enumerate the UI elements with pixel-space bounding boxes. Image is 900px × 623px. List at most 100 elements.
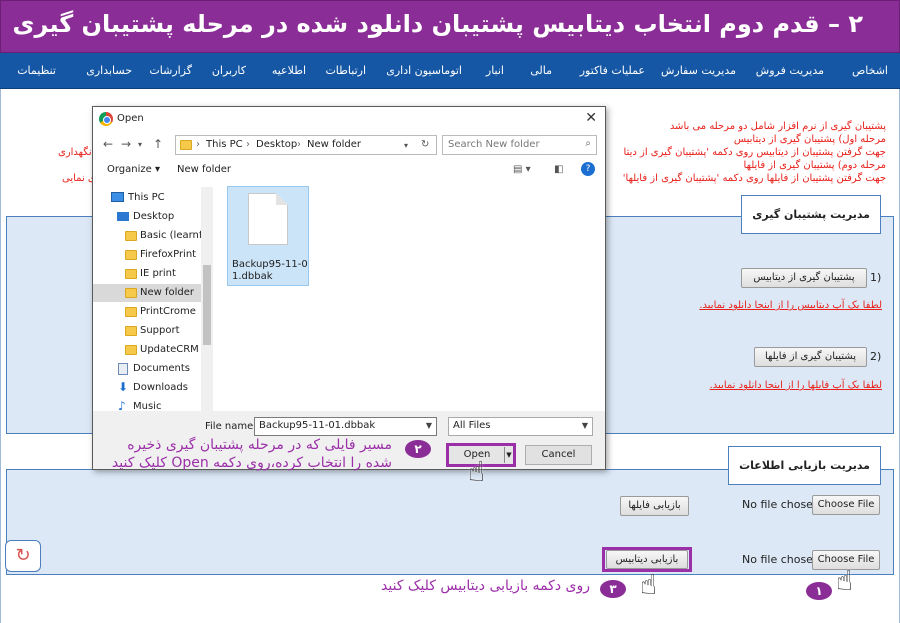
- breadcrumb-new-folder[interactable]: New folder: [307, 139, 361, 150]
- tree-item-folder[interactable]: Basic (learnfiles: [93, 227, 213, 245]
- search-input[interactable]: Search New folder ⌕: [442, 135, 597, 155]
- tree-item-folder[interactable]: UpdateCRM: [93, 341, 201, 359]
- tutorial-banner: ۲ – قدم دوم انتخاب دیتابیس پشتیبان دانلو…: [0, 0, 900, 53]
- navigation-tree: This PC Desktop Basic (learnfiles Firefo…: [93, 183, 213, 411]
- nav-item-settings[interactable]: تنظیمات: [17, 64, 56, 77]
- step-number: 1): [870, 271, 882, 284]
- restore-panel-title: مدیریت بازیابی اطلاعات: [728, 446, 881, 485]
- up-icon[interactable]: ↑: [153, 137, 163, 151]
- nav-item-office-automation[interactable]: اتوماسیون اداری: [386, 64, 462, 77]
- tree-item-folder[interactable]: FirefoxPrint: [93, 246, 201, 264]
- organize-menu[interactable]: Organize ▾: [107, 164, 160, 175]
- download-files-link[interactable]: لطفا یک آپ فایلها را از اینجا دانلود نما…: [710, 380, 882, 391]
- tree-item-label: Support: [140, 325, 180, 336]
- file-name-input[interactable]: Backup95-11-01.dbbak ▼: [254, 417, 437, 436]
- file-list: Backup95-11-01.dbbak: [218, 183, 603, 411]
- download-database-link[interactable]: لطفا یک آپ دیتابیس را از اینجا دانلود نم…: [699, 300, 882, 311]
- tree-scrollbar-thumb[interactable]: [203, 265, 211, 345]
- breadcrumb-this-pc[interactable]: This PC: [206, 139, 243, 150]
- backup-database-button[interactable]: پشتیبان گیری از دیتابیس: [741, 268, 867, 288]
- nav-item-warehouse[interactable]: انبار: [486, 64, 504, 77]
- folder-icon: [180, 140, 192, 150]
- address-row: ← → ▾ ↑ › This PC › Desktop › New folder…: [93, 133, 605, 157]
- documents-icon: [118, 363, 128, 375]
- nav-item-people[interactable]: اشخاص: [852, 64, 888, 77]
- nav-item-sales[interactable]: مدیریت فروش: [756, 64, 824, 77]
- refresh-icon[interactable]: ↻: [5, 540, 41, 572]
- cancel-button[interactable]: Cancel: [525, 445, 592, 465]
- open-split-dropdown-icon[interactable]: ▼: [504, 447, 513, 463]
- no-file-text: No file chosen: [742, 553, 820, 566]
- tree-item-music[interactable]: ♪ Music: [93, 398, 201, 411]
- tree-item-documents[interactable]: Documents: [93, 360, 201, 378]
- breadcrumb-separator-icon: ›: [196, 139, 200, 150]
- tree-item-folder[interactable]: IE print: [93, 265, 201, 283]
- chevron-down-icon: ▼: [581, 421, 588, 430]
- step1-badge: ۱: [806, 582, 832, 600]
- help-icon[interactable]: ?: [581, 162, 595, 176]
- tree-item-new-folder[interactable]: New folder: [93, 284, 201, 302]
- nav-item-orders[interactable]: مدیریت سفارش: [661, 64, 736, 77]
- view-options-icon[interactable]: ▤ ▾: [513, 164, 531, 175]
- pointer-hand-icon: ☝: [640, 568, 658, 601]
- intro-line: جهت گرفتن پشتیبان از فایلها روی دکمه 'پش…: [622, 173, 886, 184]
- folder-icon: [125, 231, 137, 241]
- file-name-value: Backup95-11-01.dbbak: [259, 420, 376, 431]
- music-icon: ♪: [118, 399, 126, 411]
- step2-badge: ۲: [405, 440, 431, 458]
- tree-item-label: This PC: [128, 192, 165, 203]
- page-frame-left: [0, 89, 1, 623]
- computer-icon: [111, 192, 124, 202]
- desktop-icon: [117, 212, 129, 221]
- tree-item-label: Documents: [133, 363, 191, 374]
- new-folder-button[interactable]: New folder: [177, 164, 231, 175]
- preview-pane-icon[interactable]: ◧: [554, 164, 563, 175]
- main-nav: اشخاص مدیریت فروش مدیریت سفارش عملیات فا…: [0, 53, 900, 89]
- forward-icon[interactable]: →: [121, 137, 131, 151]
- tree-item-desktop[interactable]: Desktop: [93, 208, 201, 226]
- choose-file-button-files[interactable]: Choose File: [812, 495, 880, 515]
- breadcrumb-separator-icon: ›: [297, 139, 301, 150]
- chrome-icon: [99, 112, 113, 126]
- step-number: 2): [870, 350, 882, 363]
- address-bar[interactable]: › This PC › Desktop › New folder ▾ ↻: [175, 135, 437, 155]
- folder-icon: [125, 250, 137, 260]
- restore-files-button[interactable]: بازیابی فایلها: [620, 496, 689, 516]
- back-icon[interactable]: ←: [103, 137, 113, 151]
- intro-fragment: ی نمایی: [62, 173, 96, 184]
- chevron-down-icon[interactable]: ▼: [426, 421, 432, 430]
- intro-line: پشتیبان گیری از نرم افزار شامل دو مرحله …: [669, 121, 886, 132]
- tree-item-this-pc[interactable]: This PC: [93, 189, 201, 207]
- tree-item-folder[interactable]: PrintCrome: [93, 303, 201, 321]
- dialog-title: Open: [117, 113, 144, 124]
- address-dropdown-icon[interactable]: ▾: [404, 141, 408, 150]
- file-type-select[interactable]: All Files ▼: [448, 417, 593, 436]
- intro-line: مرحله اول) پشتیبان گیری از دیتابیس: [733, 134, 886, 145]
- file-name-label: File name:: [205, 421, 257, 432]
- file-item[interactable]: Backup95-11-01.dbbak: [227, 186, 309, 286]
- refresh-small-icon[interactable]: ↻: [421, 139, 429, 150]
- tree-item-folder[interactable]: Support: [93, 322, 201, 340]
- backup-files-button[interactable]: پشتیبان گیری از فایلها: [754, 347, 867, 367]
- file-name: Backup95-11-01.dbbak: [232, 259, 308, 282]
- nav-item-invoices[interactable]: عملیات فاکتور: [580, 64, 645, 77]
- intro-line: مرحله دوم) پشتیبان گیری از فایلها: [743, 160, 886, 171]
- tree-item-downloads[interactable]: ⬇ Downloads: [93, 379, 201, 397]
- nav-item-announcements[interactable]: اطلاعیه: [272, 64, 306, 77]
- nav-item-users[interactable]: کاربران: [212, 64, 246, 77]
- recent-dropdown-icon[interactable]: ▾: [138, 140, 142, 149]
- breadcrumb-separator-icon: ›: [246, 139, 250, 150]
- nav-item-finance[interactable]: مالی: [530, 64, 552, 77]
- search-icon: ⌕: [585, 138, 591, 149]
- pointer-hand-icon: ☝: [836, 564, 854, 597]
- breadcrumb-desktop[interactable]: Desktop: [256, 139, 297, 150]
- close-icon[interactable]: ✕: [585, 110, 597, 126]
- tree-item-label: UpdateCRM: [140, 344, 199, 355]
- tree-item-label: PrintCrome: [140, 306, 196, 317]
- nav-item-reports[interactable]: گزارشات: [149, 64, 192, 77]
- nav-item-accounting[interactable]: حسابداری: [86, 64, 132, 77]
- search-placeholder: Search New folder: [448, 139, 540, 150]
- nav-item-communications[interactable]: ارتباطات: [325, 64, 366, 77]
- restore-database-button[interactable]: بازیابی دیتابیس: [606, 550, 688, 569]
- file-icon: [248, 193, 288, 245]
